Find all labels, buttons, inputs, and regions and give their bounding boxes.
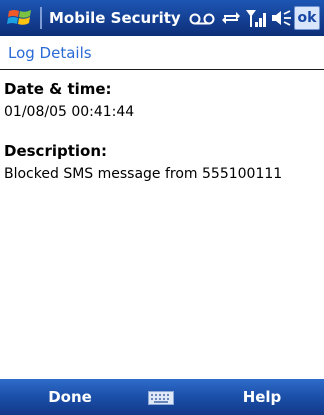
title-bar: Mobile Security ok bbox=[0, 0, 324, 36]
app-title: Mobile Security bbox=[49, 9, 181, 27]
description-label: Description: bbox=[4, 142, 108, 160]
windows-start-icon[interactable] bbox=[7, 6, 33, 30]
help-button[interactable]: Help bbox=[200, 379, 324, 415]
speaker-icon[interactable] bbox=[271, 9, 293, 27]
ok-button[interactable]: ok bbox=[294, 6, 320, 30]
datetime-value: 01/08/05 00:41:44 bbox=[4, 104, 135, 120]
menu-bar: Done Help bbox=[0, 379, 324, 415]
done-button[interactable]: Done bbox=[0, 379, 140, 415]
description-value: Blocked SMS message from 555100111 bbox=[4, 166, 283, 182]
title-separator bbox=[40, 7, 42, 29]
sync-icon[interactable] bbox=[221, 9, 241, 27]
keyboard-icon[interactable] bbox=[148, 390, 174, 405]
datetime-label: Date & time: bbox=[4, 80, 112, 98]
page-title: Log Details bbox=[8, 44, 92, 62]
signal-icon[interactable] bbox=[246, 9, 268, 27]
voicemail-icon[interactable] bbox=[188, 9, 216, 27]
page-header: Log Details bbox=[0, 36, 324, 70]
